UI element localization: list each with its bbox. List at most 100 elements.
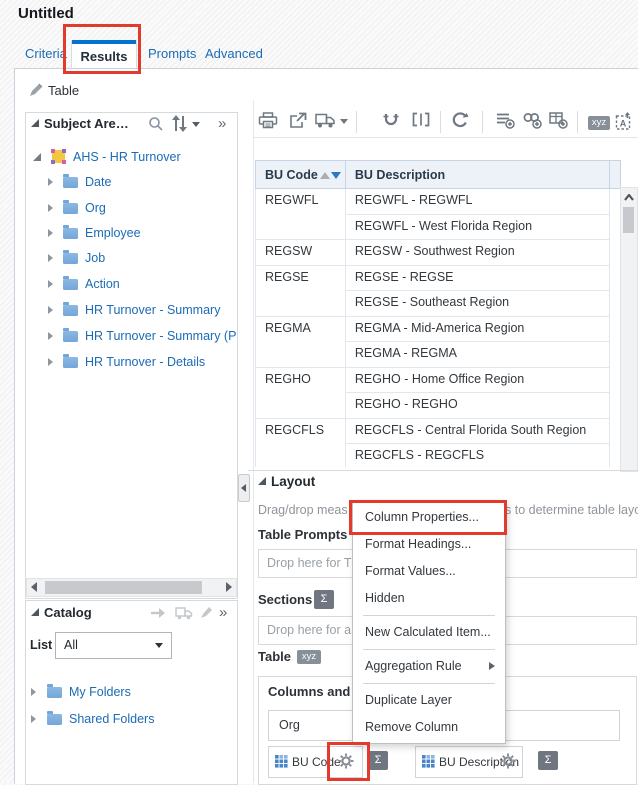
bu-description-cell: REGSE - Southeast Region: [344, 290, 610, 317]
new-group-icon[interactable]: [522, 112, 544, 132]
search-icon[interactable]: [148, 116, 164, 132]
collapsed-node-icon[interactable]: [31, 688, 36, 696]
tree-item-folder[interactable]: Employee: [48, 223, 238, 245]
subject-areas-collapse-icon[interactable]: [31, 119, 39, 127]
print-icon[interactable]: [258, 112, 280, 132]
menu-item-duplicate-layer[interactable]: Duplicate Layer: [353, 687, 505, 714]
tree-item-folder[interactable]: Date: [48, 172, 238, 194]
scroll-right-icon[interactable]: [226, 582, 232, 592]
collapsed-node-icon[interactable]: [48, 229, 53, 237]
column-header-bu-code[interactable]: BU Code: [255, 160, 346, 189]
sections-totals-button[interactable]: Σ: [314, 590, 334, 609]
delivers-icon[interactable]: [175, 606, 193, 620]
collapsed-node-icon[interactable]: [48, 204, 53, 212]
new-calculated-item-icon[interactable]: [549, 112, 571, 132]
menu-item-remove-column[interactable]: Remove Column: [353, 714, 505, 741]
sort-dropdown-caret-icon[interactable]: [192, 122, 200, 127]
bu-description-cell: REGHO - REGHO: [344, 392, 610, 419]
pane-divider: [253, 100, 254, 783]
filler-cell: [608, 316, 621, 342]
folder-icon: [47, 711, 62, 725]
expanded-node-icon[interactable]: [33, 153, 41, 161]
sort-desc-icon[interactable]: [330, 171, 341, 179]
rename-icon[interactable]: [412, 112, 434, 132]
subject-areas-hscrollbar[interactable]: [26, 578, 237, 597]
refresh-icon[interactable]: [451, 112, 473, 132]
subject-areas-more-icon[interactable]: »: [218, 116, 226, 131]
tree-item-folder[interactable]: Job: [48, 248, 238, 270]
pane-collapse-handle[interactable]: [238, 474, 250, 502]
collapsed-node-icon[interactable]: [48, 306, 53, 314]
selection-steps-icon[interactable]: xyz: [588, 116, 610, 130]
tab-criteria[interactable]: Criteria: [25, 46, 67, 61]
collapsed-node-icon[interactable]: [48, 358, 53, 366]
bu-code-cell: REGWFL: [255, 188, 346, 240]
catalog-collapse-icon[interactable]: [31, 608, 39, 616]
collapsed-node-icon[interactable]: [48, 178, 53, 186]
bu-description-cell: REGMA - Mid-America Region: [344, 315, 610, 342]
edit-view-pencil-icon[interactable]: [29, 82, 44, 97]
menu-item-format-values[interactable]: Format Values...: [353, 558, 505, 585]
tree-item-folder[interactable]: HR Turnover - Details: [48, 352, 238, 374]
menu-item-hidden[interactable]: Hidden: [353, 585, 505, 612]
catalog-folder-item[interactable]: Shared Folders: [31, 709, 221, 731]
scroll-left-icon[interactable]: [31, 582, 37, 592]
filler-cell: [608, 188, 621, 214]
catalog-title: Catalog: [44, 605, 92, 620]
column-header-bu-description[interactable]: BU Description: [344, 160, 610, 189]
catalog-more-icon[interactable]: »: [219, 605, 227, 620]
results-table: BU Code BU Description REGWFL REGWFL - REGW…: [255, 160, 621, 467]
collapsed-node-icon[interactable]: [48, 254, 53, 262]
bu-description-cell: REGSW - Southwest Region: [344, 239, 610, 266]
import-formatting-icon[interactable]: A: [615, 112, 637, 132]
subject-area-icon: [51, 149, 66, 164]
filler-cell: [608, 341, 621, 367]
hscroll-thumb[interactable]: [45, 581, 202, 594]
bu-description-cell: REGHO - Home Office Region: [344, 366, 610, 393]
column-options-gear-icon[interactable]: [500, 753, 516, 769]
new-view-icon[interactable]: [496, 112, 518, 132]
tree-item-folder[interactable]: HR Turnover - Summary: [48, 300, 238, 322]
catalog-folder-item[interactable]: My Folders: [31, 682, 221, 704]
menu-item-aggregation-rule[interactable]: Aggregation Rule: [353, 653, 505, 680]
scroll-up-icon[interactable]: [624, 194, 634, 201]
bu-code-cell: REGHO: [255, 366, 346, 419]
column-totals-button[interactable]: Σ: [368, 751, 388, 770]
xyz-badge-icon[interactable]: xyz: [297, 650, 321, 664]
list-dropdown[interactable]: All: [55, 632, 172, 659]
menu-item-format-headings[interactable]: Format Headings...: [353, 531, 505, 558]
results-table-view: BU Code BU Description REGWFL REGWFL - REGW…: [255, 160, 621, 467]
collapsed-node-icon[interactable]: [48, 280, 53, 288]
tree-item-folder[interactable]: HR Turnover - Summary (P: [48, 326, 238, 348]
table-vscrollbar[interactable]: [620, 187, 638, 472]
collapsed-node-icon[interactable]: [31, 715, 36, 723]
preview-icon[interactable]: [382, 112, 404, 132]
edit-icon[interactable]: [200, 605, 214, 619]
submenu-arrow-icon: [489, 662, 495, 670]
table-prompts-label: Table Prompts: [258, 527, 348, 542]
column-totals-button[interactable]: Σ: [538, 751, 558, 770]
schedule-icon[interactable]: [315, 112, 337, 132]
bu-description-cell: REGCFLS - Central Florida South Region: [344, 417, 610, 444]
bu-description-cell: REGWFL - West Florida Region: [344, 213, 610, 240]
collapsed-node-icon[interactable]: [48, 332, 53, 340]
tab-advanced[interactable]: Advanced: [205, 46, 263, 61]
toolbar-rule: [254, 137, 638, 138]
folder-icon: [63, 354, 78, 368]
vscroll-thumb[interactable]: [623, 207, 634, 233]
toolbar-separator: [356, 111, 357, 133]
export-icon[interactable]: [289, 112, 311, 132]
layout-title: Layout: [271, 474, 316, 489]
sections-label: Sections: [258, 592, 313, 607]
tree-item-folder[interactable]: Action: [48, 274, 238, 296]
tree-item-folder[interactable]: Org: [48, 198, 238, 220]
layout-collapse-icon[interactable]: [258, 477, 266, 485]
folder-icon: [63, 328, 78, 342]
sort-asc-icon[interactable]: [319, 171, 330, 179]
open-arrow-icon[interactable]: [150, 606, 166, 620]
tab-prompts[interactable]: Prompts: [148, 46, 196, 61]
sort-icon[interactable]: [172, 115, 188, 132]
tree-item-subject-area-root[interactable]: AHS - HR Turnover: [33, 147, 233, 169]
menu-item-new-calculated-item[interactable]: New Calculated Item...: [353, 619, 505, 646]
schedule-dropdown-caret-icon[interactable]: [340, 119, 348, 124]
